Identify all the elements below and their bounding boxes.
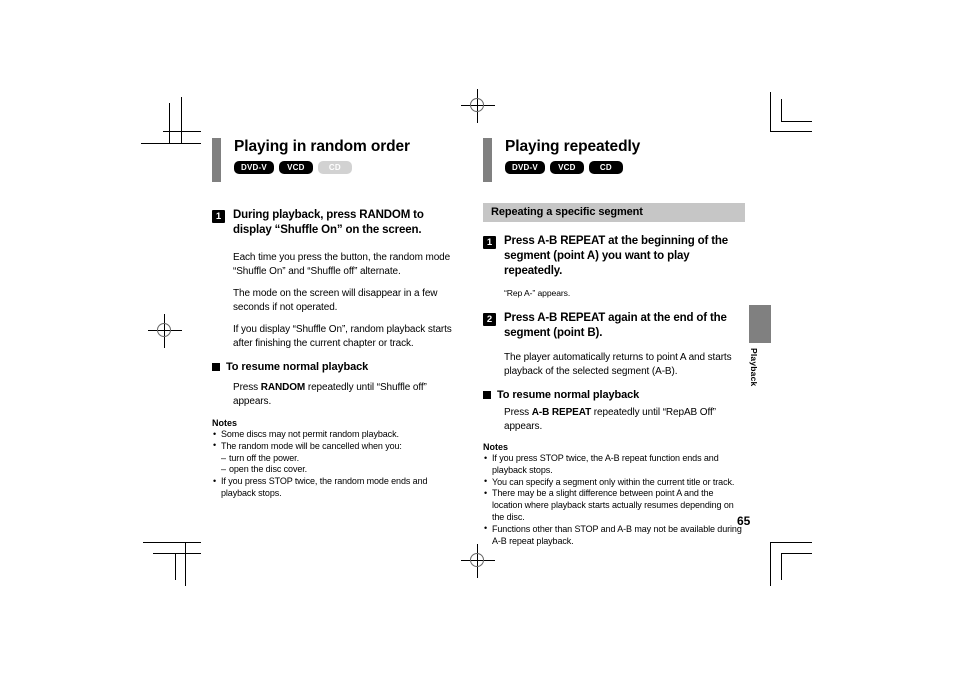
- right-resume-bold: A-B REPEAT: [531, 407, 592, 418]
- side-tab-label: Playback: [749, 348, 759, 387]
- square-bullet-icon: [483, 391, 491, 399]
- right-step-2-text: Press A-B REPEAT again at the end of the…: [504, 312, 727, 339]
- right-step-1: 1 Press A-B REPEAT at the beginning of t…: [483, 234, 745, 279]
- left-resume-bold: RANDOM: [260, 382, 306, 393]
- left-resume-instruction: Press RANDOM repeatedly until “Shuffle o…: [233, 381, 456, 408]
- page-number: 65: [737, 514, 751, 528]
- right-resume-body: Press A-B REPEAT repeatedly until “RepAB…: [504, 406, 745, 433]
- right-resume-instruction: Press A-B REPEAT repeatedly until “RepAB…: [504, 406, 745, 433]
- right-note-item-2: You can specify a segment only within th…: [483, 476, 745, 489]
- left-note-2-sub-1: turn off the power.: [221, 453, 456, 465]
- right-subhead-resume: To resume normal playback: [483, 388, 745, 402]
- left-note-3-text: If you press STOP twice, the random mode…: [221, 476, 428, 498]
- right-step-1-number: 1: [483, 236, 496, 249]
- left-note-item-1: Some discs may not permit random playbac…: [212, 429, 456, 441]
- left-subhead-text: To resume normal playback: [226, 361, 369, 373]
- section-header-bar: Repeating a specific segment: [483, 203, 745, 222]
- right-resume-pre: Press: [504, 407, 532, 418]
- disc-badge-cd: CD: [588, 161, 623, 174]
- right-step-2: 2 Press A-B REPEAT again at the end of t…: [483, 311, 745, 341]
- column-left: Playing in random order DVD-V VCD CD 1 D…: [212, 138, 456, 500]
- left-paragraph-3: If you display “Shuffle On”, random play…: [233, 324, 452, 349]
- left-notes-heading: Notes: [212, 418, 238, 428]
- disc-badge-dvdv: DVD-V: [234, 161, 274, 174]
- left-note-2-text: The random mode will be cancelled when y…: [221, 440, 402, 451]
- right-note-item-4: Functions other than STOP and A-B may no…: [483, 523, 745, 548]
- left-resume-body: Press RANDOM repeatedly until “Shuffle o…: [233, 381, 456, 408]
- right-notes-heading: Notes: [483, 442, 509, 452]
- left-step-1-text: During playback, press RANDOM to display…: [233, 209, 424, 236]
- disc-badge-vcd: VCD: [549, 161, 584, 174]
- left-paragraph-1: Each time you press the button, the rand…: [233, 252, 451, 277]
- left-body-block: Each time you press the button, the rand…: [233, 251, 456, 350]
- left-resume-pre: Press: [233, 382, 261, 393]
- right-step-2-note: The player automatically returns to poin…: [504, 352, 732, 377]
- right-step-1-body: “Rep A-” appears.: [504, 287, 745, 299]
- right-subhead-text: To resume normal playback: [497, 389, 640, 401]
- left-step-1: 1 During playback, press RANDOM to displ…: [212, 208, 456, 238]
- right-step-1-text: Press A-B REPEAT at the beginning of the…: [504, 235, 729, 277]
- right-page-title: Playing repeatedly: [505, 138, 641, 155]
- left-page-title: Playing in random order: [234, 138, 410, 155]
- left-note-item-3: If you press STOP twice, the random mode…: [212, 476, 456, 500]
- right-step-1-note: “Rep A-” appears.: [504, 288, 571, 298]
- left-note-2-sublist: turn off the power. open the disc cover.: [221, 453, 456, 477]
- square-bullet-icon: [212, 363, 220, 371]
- disc-badge-dvdv: DVD-V: [505, 161, 545, 174]
- left-note-2-sub-2: open the disc cover.: [221, 464, 456, 476]
- right-title-row: Playing repeatedly DVD-V VCD CD: [483, 138, 745, 182]
- right-step-2-body: The player automatically returns to poin…: [504, 351, 745, 378]
- right-notes-list: If you press STOP twice, the A-B repeat …: [483, 453, 745, 547]
- right-step-2-number: 2: [483, 313, 496, 326]
- side-tab-block: [749, 305, 771, 343]
- right-note-item-1: If you press STOP twice, the A-B repeat …: [483, 453, 745, 477]
- disc-badge-vcd: VCD: [278, 161, 313, 174]
- side-thumb-tab: Playback: [749, 305, 771, 394]
- left-subhead-resume: To resume normal playback: [212, 360, 456, 374]
- left-note-item-2: The random mode will be cancelled when y…: [212, 440, 456, 477]
- left-paragraph-2: The mode on the screen will disappear in…: [233, 288, 438, 313]
- left-title-accent-bar: [212, 138, 221, 182]
- left-disc-badges: DVD-V VCD CD: [234, 161, 456, 174]
- right-title-accent-bar: [483, 138, 492, 182]
- right-disc-badges: DVD-V VCD CD: [505, 161, 745, 174]
- left-note-1-text: Some discs may not permit random playbac…: [221, 429, 399, 439]
- left-title-row: Playing in random order DVD-V VCD CD: [212, 138, 456, 182]
- left-notes-list: Some discs may not permit random playbac…: [212, 429, 456, 500]
- left-step-1-number: 1: [212, 210, 225, 223]
- disc-badge-cd: CD: [317, 161, 352, 174]
- manual-page: Playing in random order DVD-V VCD CD 1 D…: [0, 0, 954, 675]
- right-note-item-3: There may be a slight difference between…: [483, 488, 745, 523]
- column-right: Playing repeatedly DVD-V VCD CD Repeatin…: [483, 138, 745, 547]
